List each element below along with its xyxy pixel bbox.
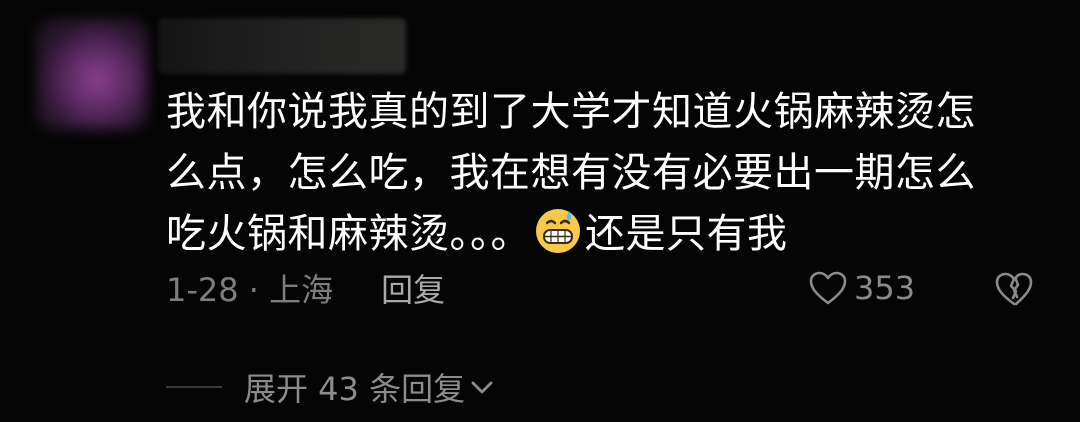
comment-text: 我和你说我真的到了大学才知道火锅麻辣烫怎 么点，怎么吃，我在想有没有必要出一期怎… xyxy=(166,82,1046,265)
broken-heart-icon[interactable] xyxy=(994,270,1034,308)
date-location: 1-28 · 上海 xyxy=(166,271,334,309)
comment-text-line-2: 么点，怎么吃，我在想有没有必要出一期怎么 xyxy=(166,150,976,196)
heart-outline-icon xyxy=(809,271,847,305)
comment-text-line-3-part: 吃火锅和麻辣烫。。。 xyxy=(166,211,531,257)
like-count: 353 xyxy=(854,269,916,307)
chevron-down-icon xyxy=(471,381,493,394)
reply-button[interactable]: 回复 xyxy=(381,265,445,311)
comment-text-line-3: 吃火锅和麻辣烫。。。 还是只有我 xyxy=(166,204,1046,265)
like-button[interactable]: 353 xyxy=(808,266,915,310)
avatar[interactable] xyxy=(36,18,148,130)
divider xyxy=(166,386,222,388)
expand-replies-label: 展开 43 条回复 xyxy=(244,370,466,408)
grinning-sweat-emoji xyxy=(536,209,580,253)
comment-meta: 1-28 · 上海 回复 xyxy=(166,266,445,310)
expand-replies-button[interactable]: 展开 43 条回复 xyxy=(166,362,495,412)
comment-text-line-1: 我和你说我真的到了大学才知道火锅麻辣烫怎 xyxy=(166,89,976,135)
comment-item: 我和你说我真的到了大学才知道火锅麻辣烫怎 么点，怎么吃，我在想有没有必要出一期怎… xyxy=(0,0,1080,422)
username[interactable] xyxy=(158,18,406,74)
comment-text-line-3-tail: 还是只有我 xyxy=(585,211,788,257)
